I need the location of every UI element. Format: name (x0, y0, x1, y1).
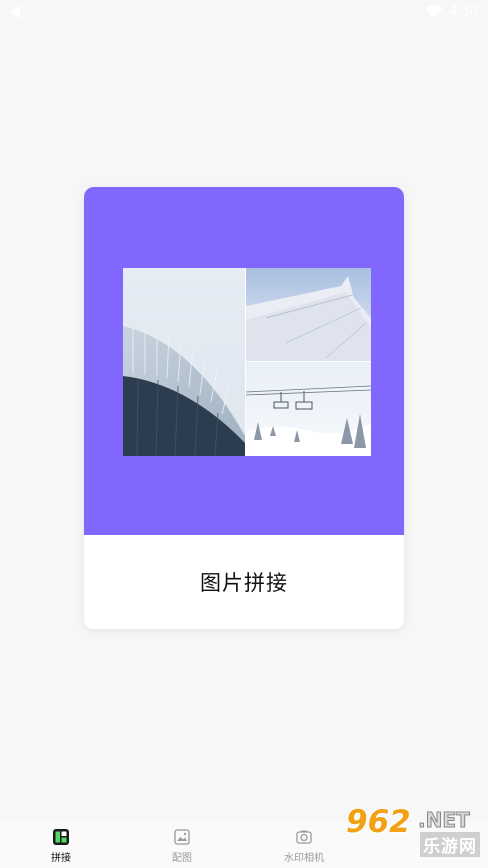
card-title: 图片拼接 (200, 571, 288, 595)
site-watermark-logo: 962 .NET 乐游网 (346, 804, 482, 864)
collage-icon (53, 829, 69, 845)
wifi-icon (425, 4, 443, 18)
nav-label-collage: 拼接 (51, 853, 71, 864)
card-preview (84, 187, 404, 535)
ski-lift-photo (246, 362, 371, 456)
nav-item-watermark-camera[interactable]: 水印相机 (259, 828, 349, 864)
image-icon (174, 829, 190, 845)
status-time: 4:50 (448, 4, 478, 19)
watermark-site: 乐游网 (420, 832, 480, 857)
collage-feature-card[interactable]: 图片拼接 (84, 187, 404, 629)
building-photo (123, 268, 245, 456)
nav-label-image: 配图 (172, 853, 192, 864)
back-arrow-icon[interactable] (10, 5, 20, 19)
nav-label-watermark-camera: 水印相机 (284, 853, 324, 864)
camera-icon (296, 830, 312, 844)
nav-item-collage[interactable]: 拼接 (16, 828, 106, 864)
status-indicators: 4:50 (425, 4, 478, 19)
airplane-wing-photo (246, 268, 371, 361)
watermark-net: .NET (418, 808, 471, 833)
watermark-number: 962 (346, 804, 411, 840)
nav-item-image[interactable]: 配图 (137, 828, 227, 864)
status-bar: 4:50 (0, 0, 488, 26)
collage-preview-image (123, 268, 371, 456)
